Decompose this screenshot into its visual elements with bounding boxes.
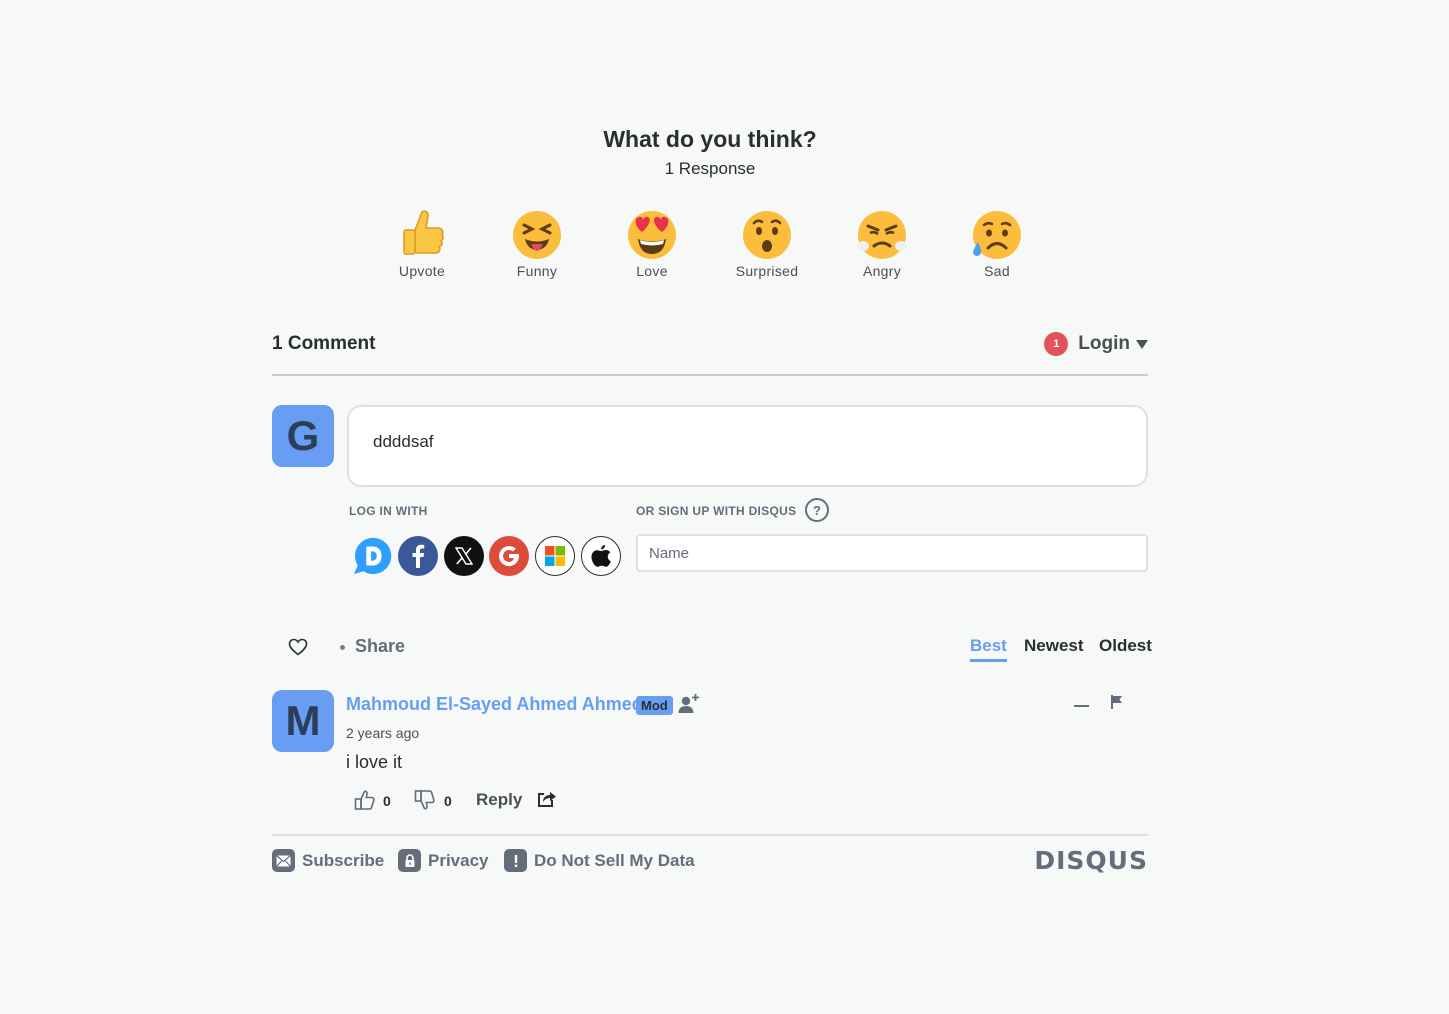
comment-author-name[interactable]: Mahmoud El-Sayed Ahmed Ahmed (346, 694, 643, 715)
reaction-sad[interactable]: Sad (952, 208, 1042, 279)
disqus-icon (353, 537, 392, 575)
x-login-button[interactable] (444, 536, 484, 576)
facebook-login-button[interactable] (398, 536, 438, 576)
heart-icon[interactable] (288, 638, 308, 656)
privacy-label: Privacy (428, 850, 489, 870)
login-menu[interactable]: 1 Login (1044, 332, 1148, 356)
google-login-button[interactable] (489, 536, 529, 576)
flag-icon[interactable] (1110, 694, 1124, 710)
collapse-minus-icon[interactable] (1074, 705, 1089, 707)
thumbs-down-icon[interactable] (414, 789, 436, 811)
laughing-tongue-emoji-icon (513, 211, 561, 259)
notification-badge[interactable]: 1 (1044, 332, 1069, 356)
moderator-badge: Mod (636, 696, 673, 715)
reaction-label: Surprised (735, 263, 799, 279)
google-icon (499, 546, 520, 567)
reaction-upvote[interactable]: Upvote (377, 208, 467, 279)
facebook-icon (412, 544, 425, 568)
sad-emoji-icon (973, 211, 1021, 259)
name-input[interactable]: Name (636, 534, 1148, 572)
apple-login-button[interactable] (581, 536, 621, 576)
thumbs-up-icon[interactable] (354, 789, 376, 811)
microsoft-icon (545, 546, 565, 566)
envelope-icon (272, 849, 295, 872)
reaction-label: Love (636, 263, 668, 279)
downvote-count: 0 (444, 793, 452, 809)
reactions-response-count: 1 Response (664, 159, 756, 178)
footer-divider (272, 834, 1148, 836)
exclamation-icon (504, 849, 527, 872)
bullet-dot-icon (340, 645, 345, 650)
sort-best-tab[interactable]: Best (970, 636, 1007, 662)
thumbs-up-emoji-icon (403, 210, 444, 255)
reaction-label: Angry (862, 263, 902, 279)
reaction-funny[interactable]: Funny (492, 208, 582, 279)
x-icon (455, 547, 473, 565)
sign-up-with-disqus-label: OR SIGN UP WITH DISQUS (636, 504, 797, 518)
do-not-sell-link[interactable]: Do Not Sell My Data (504, 849, 695, 872)
apple-icon (591, 545, 611, 567)
help-icon[interactable]: ? (805, 498, 829, 522)
guest-avatar: G (272, 405, 334, 467)
subscribe-label: Subscribe (302, 850, 385, 870)
angry-emoji-icon (857, 211, 907, 259)
reaction-love[interactable]: Love (607, 208, 697, 279)
lock-icon (398, 849, 421, 872)
share-icon[interactable] (537, 789, 557, 809)
surprised-emoji-icon (743, 211, 791, 259)
upvote-count: 0 (383, 793, 391, 809)
reactions-bar: Upvote Funny Love Surprised Angry Sad (272, 208, 1148, 288)
reaction-surprised[interactable]: Surprised (722, 208, 812, 279)
do-not-sell-label: Do Not Sell My Data (534, 850, 695, 870)
comments-header-bar: 1 Comment 1 Login (272, 330, 1148, 376)
reaction-label: Sad (984, 263, 1010, 279)
share-thread-link[interactable]: Share (355, 636, 405, 657)
heart-eyes-emoji-icon (628, 211, 676, 259)
comment-author-avatar[interactable]: M (272, 690, 334, 752)
sort-oldest-tab[interactable]: Oldest (1099, 636, 1152, 656)
log-in-with-label: LOG IN WITH (349, 504, 428, 518)
reaction-label: Funny (516, 263, 558, 279)
microsoft-login-button[interactable] (535, 536, 575, 576)
reaction-label: Upvote (398, 263, 446, 279)
comment-timestamp[interactable]: 2 years ago (346, 725, 419, 741)
comment-textarea[interactable]: ddddsaf (347, 405, 1148, 487)
disqus-logo[interactable]: DISQUS (1034, 846, 1148, 875)
follow-user-icon[interactable] (678, 693, 700, 715)
reaction-angry[interactable]: Angry (837, 208, 927, 279)
comment-body: i love it (346, 752, 403, 772)
reactions-title: What do you think? (603, 126, 817, 152)
subscribe-link[interactable]: Subscribe (272, 849, 384, 872)
privacy-link[interactable]: Privacy (398, 849, 489, 872)
disqus-login-button[interactable] (352, 536, 392, 576)
caret-down-icon (1136, 339, 1148, 349)
login-button[interactable]: Login (1078, 333, 1130, 355)
sort-newest-tab[interactable]: Newest (1024, 636, 1084, 656)
reply-button[interactable]: Reply (476, 790, 522, 810)
comment-count: 1 Comment (272, 333, 376, 354)
